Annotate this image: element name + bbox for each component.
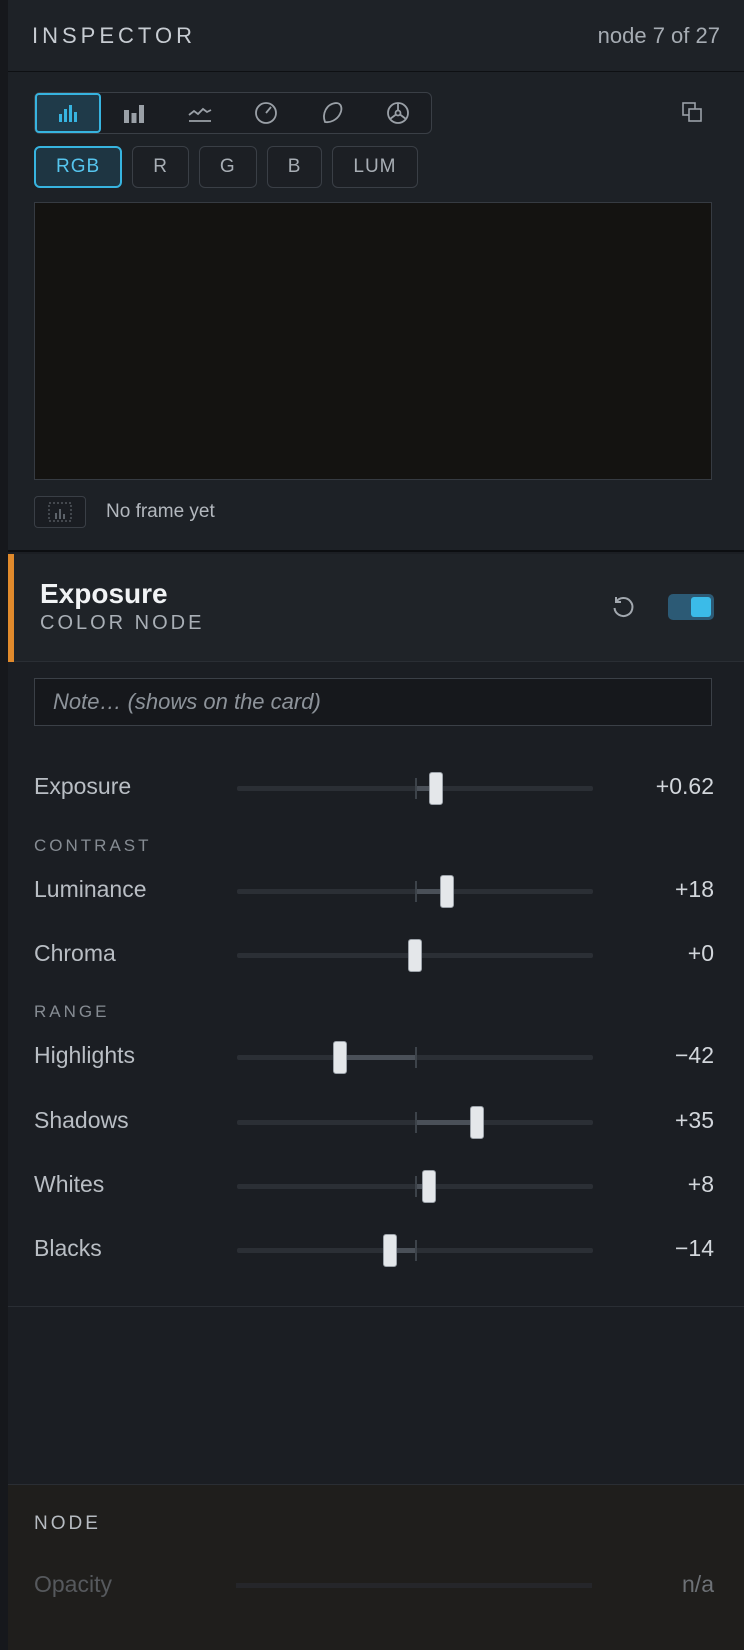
channel-g-button[interactable]: G bbox=[198, 146, 257, 188]
slider-value[interactable]: +8 bbox=[688, 1171, 714, 1198]
luminance-slider[interactable] bbox=[237, 875, 593, 908]
slider-value[interactable]: +0.62 bbox=[656, 773, 714, 800]
scope-mode-tabs bbox=[34, 92, 432, 134]
node-title: Exposure bbox=[40, 578, 168, 609]
inspector-header: INSPECTOR node 7 of 27 bbox=[8, 0, 744, 72]
adjustments-panel bbox=[8, 663, 744, 1307]
inspector-title: INSPECTOR bbox=[32, 22, 196, 48]
channel-rgb-button[interactable]: RGB bbox=[34, 146, 123, 188]
contrast-section-header: CONTRAST bbox=[34, 836, 152, 855]
node-type: COLOR NODE bbox=[40, 612, 205, 634]
slider-row-whites: Whites +8 bbox=[34, 1165, 714, 1205]
empty-histogram-icon bbox=[34, 496, 86, 528]
slider-value[interactable]: −14 bbox=[675, 1235, 714, 1262]
range-section-header: RANGE bbox=[34, 1002, 110, 1021]
node-section-header: NODE bbox=[34, 1513, 101, 1534]
slider-value[interactable]: +18 bbox=[675, 876, 714, 903]
reset-icon[interactable] bbox=[606, 590, 640, 624]
shadows-slider[interactable] bbox=[237, 1106, 593, 1139]
scope-panel: RGB R G B LUM No frame yet bbox=[8, 72, 744, 552]
slider-label: Exposure bbox=[34, 773, 132, 799]
slider-label: Luminance bbox=[34, 876, 147, 902]
slider-thumb[interactable] bbox=[333, 1041, 347, 1074]
opacity-slider-disabled bbox=[236, 1583, 592, 1588]
opacity-label: Opacity bbox=[34, 1571, 112, 1597]
slider-row-shadows: Shadows +35 bbox=[34, 1101, 714, 1141]
slider-row-highlights: Highlights −42 bbox=[34, 1036, 714, 1076]
slider-value[interactable]: −42 bbox=[675, 1042, 714, 1069]
node-card-header: Exposure COLOR NODE bbox=[8, 554, 744, 662]
popout-icon[interactable] bbox=[678, 98, 706, 126]
node-enable-toggle[interactable] bbox=[668, 594, 714, 620]
slider-label: Whites bbox=[34, 1171, 105, 1197]
note-input[interactable]: Note… (shows on the card) bbox=[34, 678, 712, 726]
parade-icon[interactable] bbox=[101, 93, 167, 133]
channel-lum-button[interactable]: LUM bbox=[332, 146, 418, 188]
exposure-slider[interactable] bbox=[237, 772, 593, 805]
no-frame-text: No frame yet bbox=[106, 501, 215, 522]
slider-thumb[interactable] bbox=[429, 772, 443, 805]
slider-thumb[interactable] bbox=[422, 1170, 436, 1203]
slider-label: Highlights bbox=[34, 1042, 135, 1068]
slider-thumb[interactable] bbox=[383, 1234, 397, 1267]
gauge-icon[interactable] bbox=[233, 93, 299, 133]
whites-slider[interactable] bbox=[237, 1170, 593, 1203]
node-accent-bar bbox=[8, 554, 14, 662]
slider-value[interactable]: +0 bbox=[688, 940, 714, 967]
slider-value[interactable]: +35 bbox=[675, 1107, 714, 1134]
highlights-slider[interactable] bbox=[237, 1041, 593, 1074]
waveform-icon[interactable] bbox=[167, 93, 233, 133]
slider-thumb[interactable] bbox=[440, 875, 454, 908]
channel-selector: RGB R G B LUM bbox=[34, 146, 418, 188]
node-counter: node 7 of 27 bbox=[597, 22, 720, 48]
channel-r-button[interactable]: R bbox=[132, 146, 189, 188]
chroma-slider[interactable] bbox=[237, 939, 593, 972]
slider-row-blacks: Blacks −14 bbox=[34, 1229, 714, 1269]
slider-row-chroma: Chroma +0 bbox=[34, 934, 714, 974]
scope-display bbox=[34, 202, 712, 480]
slider-row-exposure: Exposure +0.62 bbox=[34, 767, 714, 807]
slider-thumb[interactable] bbox=[470, 1106, 484, 1139]
node-settings-section: NODE Opacity n/a bbox=[8, 1484, 744, 1650]
slider-label: Chroma bbox=[34, 940, 116, 966]
hue-icon[interactable] bbox=[299, 93, 365, 133]
slider-label: Shadows bbox=[34, 1107, 129, 1133]
no-frame-status: No frame yet bbox=[34, 496, 215, 528]
toggle-knob bbox=[691, 597, 711, 617]
vectorscope-icon[interactable] bbox=[365, 93, 431, 133]
blacks-slider[interactable] bbox=[237, 1234, 593, 1267]
slider-row-luminance: Luminance +18 bbox=[34, 870, 714, 910]
channel-b-button[interactable]: B bbox=[266, 146, 323, 188]
slider-label: Blacks bbox=[34, 1235, 102, 1261]
left-edge bbox=[0, 0, 8, 1650]
opacity-value: n/a bbox=[682, 1571, 714, 1597]
histogram-icon[interactable] bbox=[35, 93, 101, 133]
slider-thumb[interactable] bbox=[408, 939, 422, 972]
